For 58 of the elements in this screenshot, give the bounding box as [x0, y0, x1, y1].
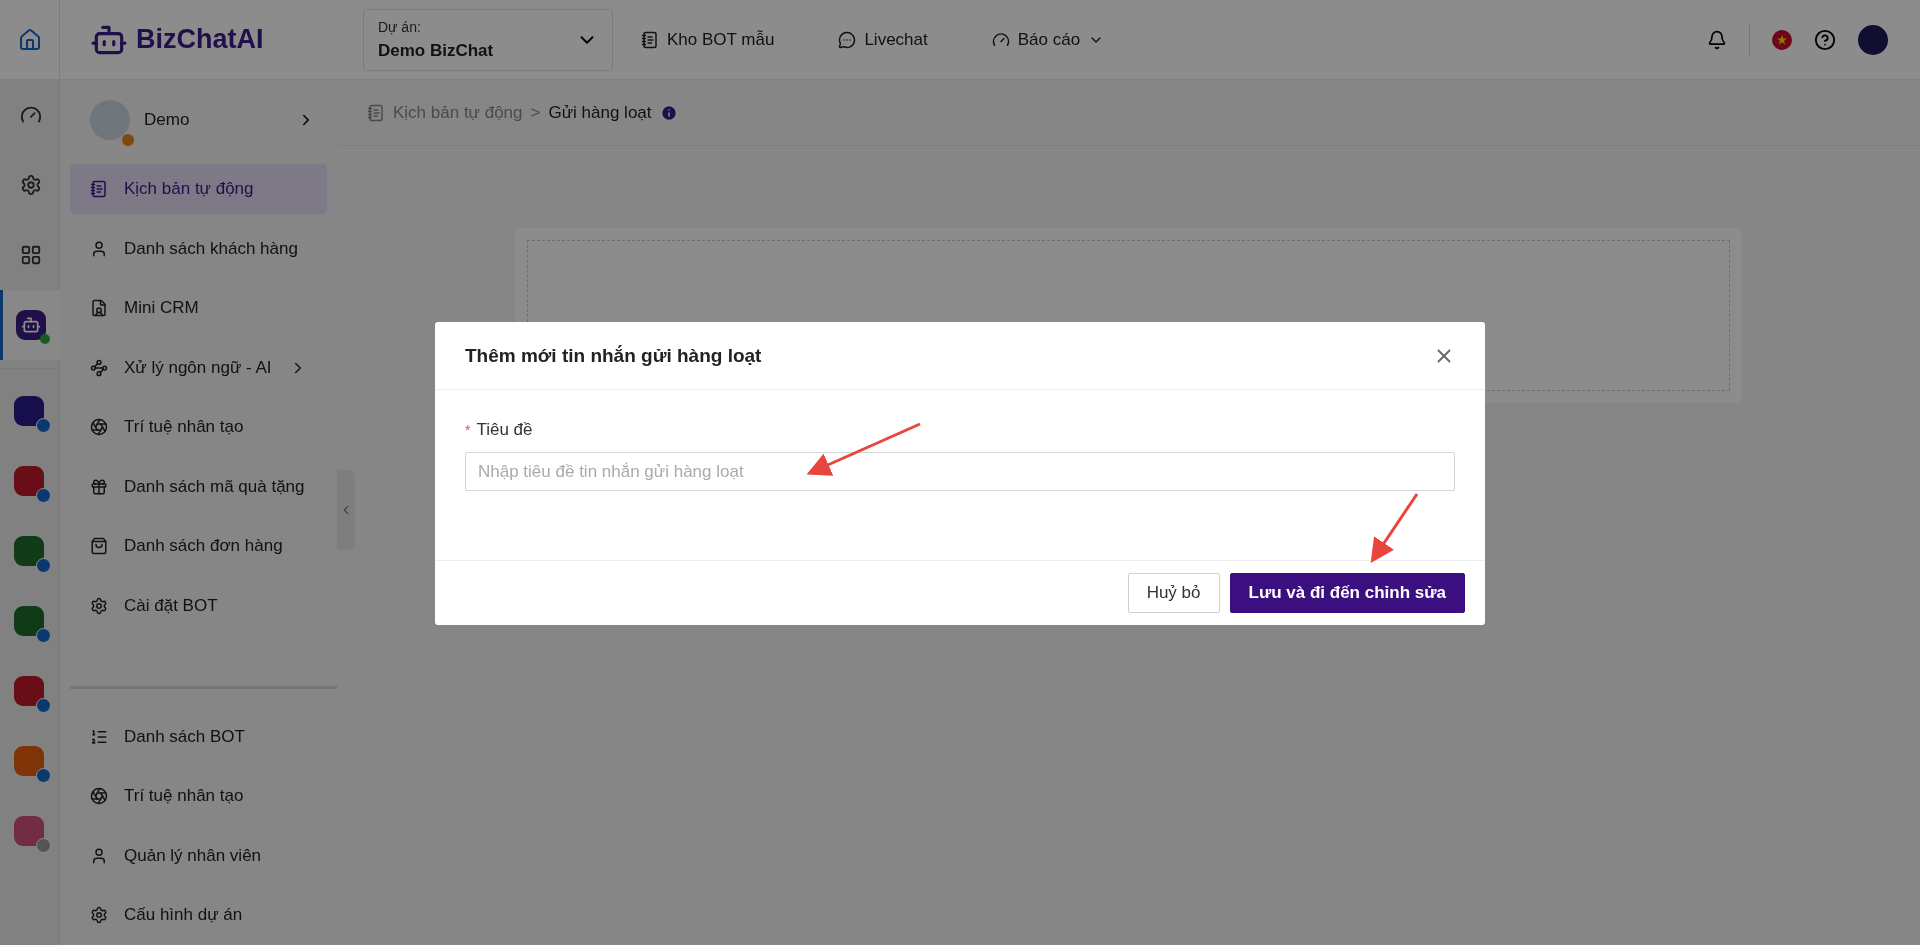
sidebar-item[interactable]: Quản lý nhân viên	[70, 830, 327, 881]
collapse-handle[interactable]	[337, 470, 355, 550]
sidebar-item[interactable]: Trí tuệ nhân tạo	[70, 402, 327, 453]
sidebar-item[interactable]: Xử lý ngôn ngữ - AI	[70, 343, 327, 393]
logo: BizChatAI	[90, 20, 363, 59]
sidebar-item[interactable]: Mini CRM	[70, 283, 327, 333]
bell-icon[interactable]	[1707, 29, 1727, 50]
bot-selector[interactable]: Demo	[70, 80, 327, 160]
settings-icon	[90, 597, 108, 615]
cancel-button[interactable]: Huỷ bỏ	[1127, 573, 1220, 613]
app-icon[interactable]	[14, 815, 51, 853]
save-button[interactable]: Lưu và đi đến chỉnh sửa	[1229, 573, 1465, 613]
gauge-icon	[991, 30, 1010, 49]
app-icon[interactable]	[14, 465, 51, 503]
settings-icon	[90, 906, 108, 925]
user-icon	[90, 846, 108, 865]
notebook-icon	[641, 30, 659, 49]
sidebar-item[interactable]: Danh sách mã quà tặng	[70, 462, 327, 512]
user-icon	[90, 239, 108, 258]
network-icon	[90, 358, 108, 377]
breadcrumb-separator: >	[530, 102, 541, 123]
sidebar-item[interactable]: Trí tuệ nhân tạo	[70, 771, 327, 821]
modal-title: Thêm mới tin nhắn gửi hàng loạt	[465, 344, 762, 367]
sidebar-item[interactable]: Kịch bản tự động	[70, 164, 327, 214]
aperture-icon	[90, 787, 108, 806]
project-select[interactable]: Dự án: Demo BizChat	[363, 8, 613, 71]
annotation-arrow	[1370, 493, 1419, 563]
document-user-icon	[90, 299, 108, 318]
gift-icon	[90, 477, 108, 496]
bag-icon	[90, 537, 108, 556]
field-label: Tiêu đề	[476, 420, 533, 440]
title-input-field[interactable]: Nhập tiêu đề tin nhắn gửi hàng loạt	[465, 452, 1455, 491]
sidebar-item[interactable]: Cài đặt BOT	[70, 581, 327, 631]
aperture-icon	[90, 418, 108, 437]
notebook-icon	[367, 103, 385, 122]
help-icon[interactable]	[1814, 28, 1836, 51]
nav-link[interactable]: Kho BOT mẫu	[641, 29, 775, 50]
app-icon[interactable]	[14, 745, 51, 783]
sidebar-item[interactable]: Danh sách BOT	[70, 711, 327, 762]
status-dot	[122, 133, 134, 146]
avatar[interactable]	[1858, 24, 1888, 55]
breadcrumb-current: Gửi hàng loạt	[548, 102, 652, 123]
required-mark: *	[465, 422, 471, 438]
chat-bubble-icon	[838, 30, 857, 49]
flag-icon[interactable]	[1772, 29, 1792, 50]
sidebar-item[interactable]: Danh sách khách hàng	[70, 223, 327, 274]
app-icon[interactable]	[14, 675, 51, 713]
notebook-icon	[90, 180, 108, 199]
app-icon[interactable]	[14, 535, 51, 573]
numbered-list-icon	[90, 727, 108, 746]
nav-link[interactable]: Livechat	[838, 29, 928, 50]
app-icon[interactable]	[14, 605, 51, 643]
nav-link[interactable]: Báo cáo	[991, 29, 1105, 50]
app-icon[interactable]	[14, 395, 51, 433]
robot-icon[interactable]	[0, 290, 60, 360]
sidebar-item[interactable]: Cấu hình dự án	[70, 890, 327, 940]
info-icon[interactable]	[659, 103, 678, 122]
sidebar-item[interactable]: Danh sách đơn hàng	[70, 521, 327, 572]
